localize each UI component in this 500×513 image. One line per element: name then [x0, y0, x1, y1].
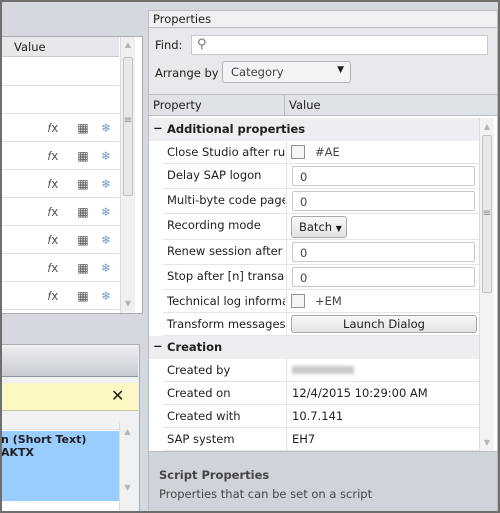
numbered-list-icon[interactable]: ▦: [76, 261, 90, 275]
function-gear-icon[interactable]: 𝑓x: [46, 261, 60, 276]
property-row: Created with 10.7.141: [163, 405, 479, 428]
collapse-icon[interactable]: −: [153, 339, 163, 353]
group-header[interactable]: − Creation: [149, 336, 479, 359]
property-name: Created on: [167, 386, 231, 400]
property-row: Stop after [n] transacti 0: [163, 265, 479, 290]
table-row[interactable]: [2, 57, 119, 86]
property-row: Multi-byte code page 0: [163, 189, 479, 214]
numbered-list-icon[interactable]: ▦: [76, 205, 90, 219]
checkbox[interactable]: [291, 294, 305, 308]
field-list: n (Short Text) AKTX: [2, 411, 119, 511]
property-row: SAP system EH7: [163, 428, 479, 451]
arrange-by-label: Arrange by: [155, 66, 219, 80]
property-name: Created by: [167, 363, 231, 377]
table-row[interactable]: 𝑓x ▦ ❄: [2, 282, 119, 310]
table-row[interactable]: 𝑓x ▦ ❄: [2, 198, 119, 226]
snowflake-icon[interactable]: ❄: [99, 233, 113, 247]
property-name: Created with: [167, 409, 241, 423]
function-gear-icon[interactable]: 𝑓x: [46, 177, 60, 192]
function-gear-icon[interactable]: 𝑓x: [46, 121, 60, 136]
checkbox[interactable]: [291, 145, 305, 159]
property-name: Stop after [n] transacti: [167, 269, 285, 283]
description-area: Script Properties Properties that can be…: [149, 451, 497, 511]
table-row[interactable]: 𝑓x ▦ ❄: [2, 254, 119, 282]
numbered-list-icon[interactable]: ▦: [76, 177, 90, 191]
grid-header: Property Value: [149, 94, 497, 116]
value-column-header[interactable]: Value: [2, 37, 119, 57]
property-name: Multi-byte code page: [167, 193, 285, 207]
function-gear-icon[interactable]: 𝑓x: [46, 233, 60, 248]
table-row[interactable]: 𝑓x ▦ ❄: [2, 142, 119, 170]
collapse-icon[interactable]: −: [153, 121, 163, 135]
description-title: Script Properties: [159, 468, 270, 482]
property-row: Created by: [163, 359, 479, 382]
recording-mode-dropdown[interactable]: Batch ▼: [291, 216, 347, 238]
property-row: Delay SAP logon 0: [163, 164, 479, 189]
function-gear-icon[interactable]: 𝑓x: [46, 289, 60, 304]
description-text: Properties that can be set on a script: [159, 487, 373, 501]
snowflake-icon[interactable]: ❄: [99, 121, 113, 135]
value-input[interactable]: 0: [292, 242, 475, 262]
table-row[interactable]: [2, 86, 119, 114]
property-name: Renew session after [n: [167, 244, 285, 258]
launch-dialog-button[interactable]: Launch Dialog: [291, 315, 477, 333]
window: Value 𝑓x ▦ ❄ 𝑓x ▦ ❄ 𝑓x ▦ ❄ 𝑓x ▦ ❄ 𝑓x ▦ ❄ 𝑓x ▦ ❄ 𝑓x ▦ ❄ ▲ ≡ ▼…: [0, 0, 500, 513]
numbered-list-icon[interactable]: ▦: [76, 289, 90, 303]
function-gear-icon[interactable]: 𝑓x: [46, 205, 60, 220]
property-column-header[interactable]: Property: [153, 98, 202, 112]
close-icon[interactable]: ✕: [111, 386, 124, 405]
property-row: Renew session after [n 0: [163, 240, 479, 265]
find-input[interactable]: ⚲: [191, 35, 488, 55]
value-input[interactable]: 0: [292, 267, 475, 287]
property-name: Recording mode: [167, 218, 261, 232]
value-input[interactable]: 0: [292, 166, 475, 186]
snowflake-icon[interactable]: ❄: [99, 289, 113, 303]
snowflake-icon[interactable]: ❄: [99, 205, 113, 219]
snowflake-icon[interactable]: ❄: [99, 261, 113, 275]
numbered-list-icon[interactable]: ▦: [76, 149, 90, 163]
property-name: Close Studio after run: [167, 145, 285, 159]
table-row[interactable]: 𝑓x ▦ ❄: [2, 226, 119, 254]
property-grid: Property Value − Additional properties Clo…: [149, 94, 497, 455]
panel-title: Properties: [149, 11, 497, 28]
panel-header: [2, 347, 138, 377]
table-row[interactable]: 𝑓x ▦ ❄: [2, 114, 119, 142]
find-label: Find:: [155, 38, 183, 52]
property-name: Technical log informat: [167, 294, 285, 308]
property-grid-scrollbar[interactable]: ▲ ≡ ▼: [479, 118, 494, 451]
group-header[interactable]: − Additional properties: [149, 118, 479, 141]
arrange-by-select[interactable]: Category ▼: [222, 61, 351, 83]
value-column-header[interactable]: Value: [289, 98, 321, 112]
table-row[interactable]: 𝑓x ▦ ❄: [2, 170, 119, 198]
property-row: Technical log informat +EM: [163, 290, 479, 313]
blurred-value: [292, 366, 354, 374]
property-name: Delay SAP logon: [167, 168, 262, 182]
numbered-list-icon[interactable]: ▦: [76, 233, 90, 247]
property-row: Transform messages Launch Dialog: [163, 313, 479, 336]
properties-panel: Properties Find: ⚲ Arrange by Category ▼…: [148, 10, 498, 511]
selected-list-item[interactable]: n (Short Text) AKTX: [2, 431, 119, 501]
property-name: Transform messages: [167, 317, 285, 331]
left-variable-table: Value 𝑓x ▦ ❄ 𝑓x ▦ ❄ 𝑓x ▦ ❄ 𝑓x ▦ ❄ 𝑓x ▦ ❄ 𝑓x ▦ ❄ 𝑓x ▦ ❄ ▲ ≡ ▼: [2, 36, 143, 314]
function-gear-icon[interactable]: 𝑓x: [46, 149, 60, 164]
left-table-scrollbar[interactable]: ▲ ≡ ▼: [120, 37, 135, 313]
numbered-list-icon[interactable]: ▦: [76, 121, 90, 135]
property-row: Close Studio after run #AE: [163, 141, 479, 164]
info-banner: ✕: [2, 383, 138, 411]
left-lower-panel: ✕ n (Short Text) AKTX ▲ ▼: [2, 344, 140, 511]
field-list-scrollbar[interactable]: ▲ ▼: [119, 423, 135, 511]
snowflake-icon[interactable]: ❄: [99, 149, 113, 163]
chevron-down-icon: ▼: [337, 65, 344, 75]
search-icon: ⚲: [197, 37, 207, 52]
property-row: Recording mode Batch ▼: [163, 214, 479, 240]
value-input[interactable]: 0: [292, 191, 475, 211]
property-row: Created on 12/4/2015 10:29:00 AM: [163, 382, 479, 405]
snowflake-icon[interactable]: ❄: [99, 177, 113, 191]
property-name: SAP system: [167, 432, 235, 446]
